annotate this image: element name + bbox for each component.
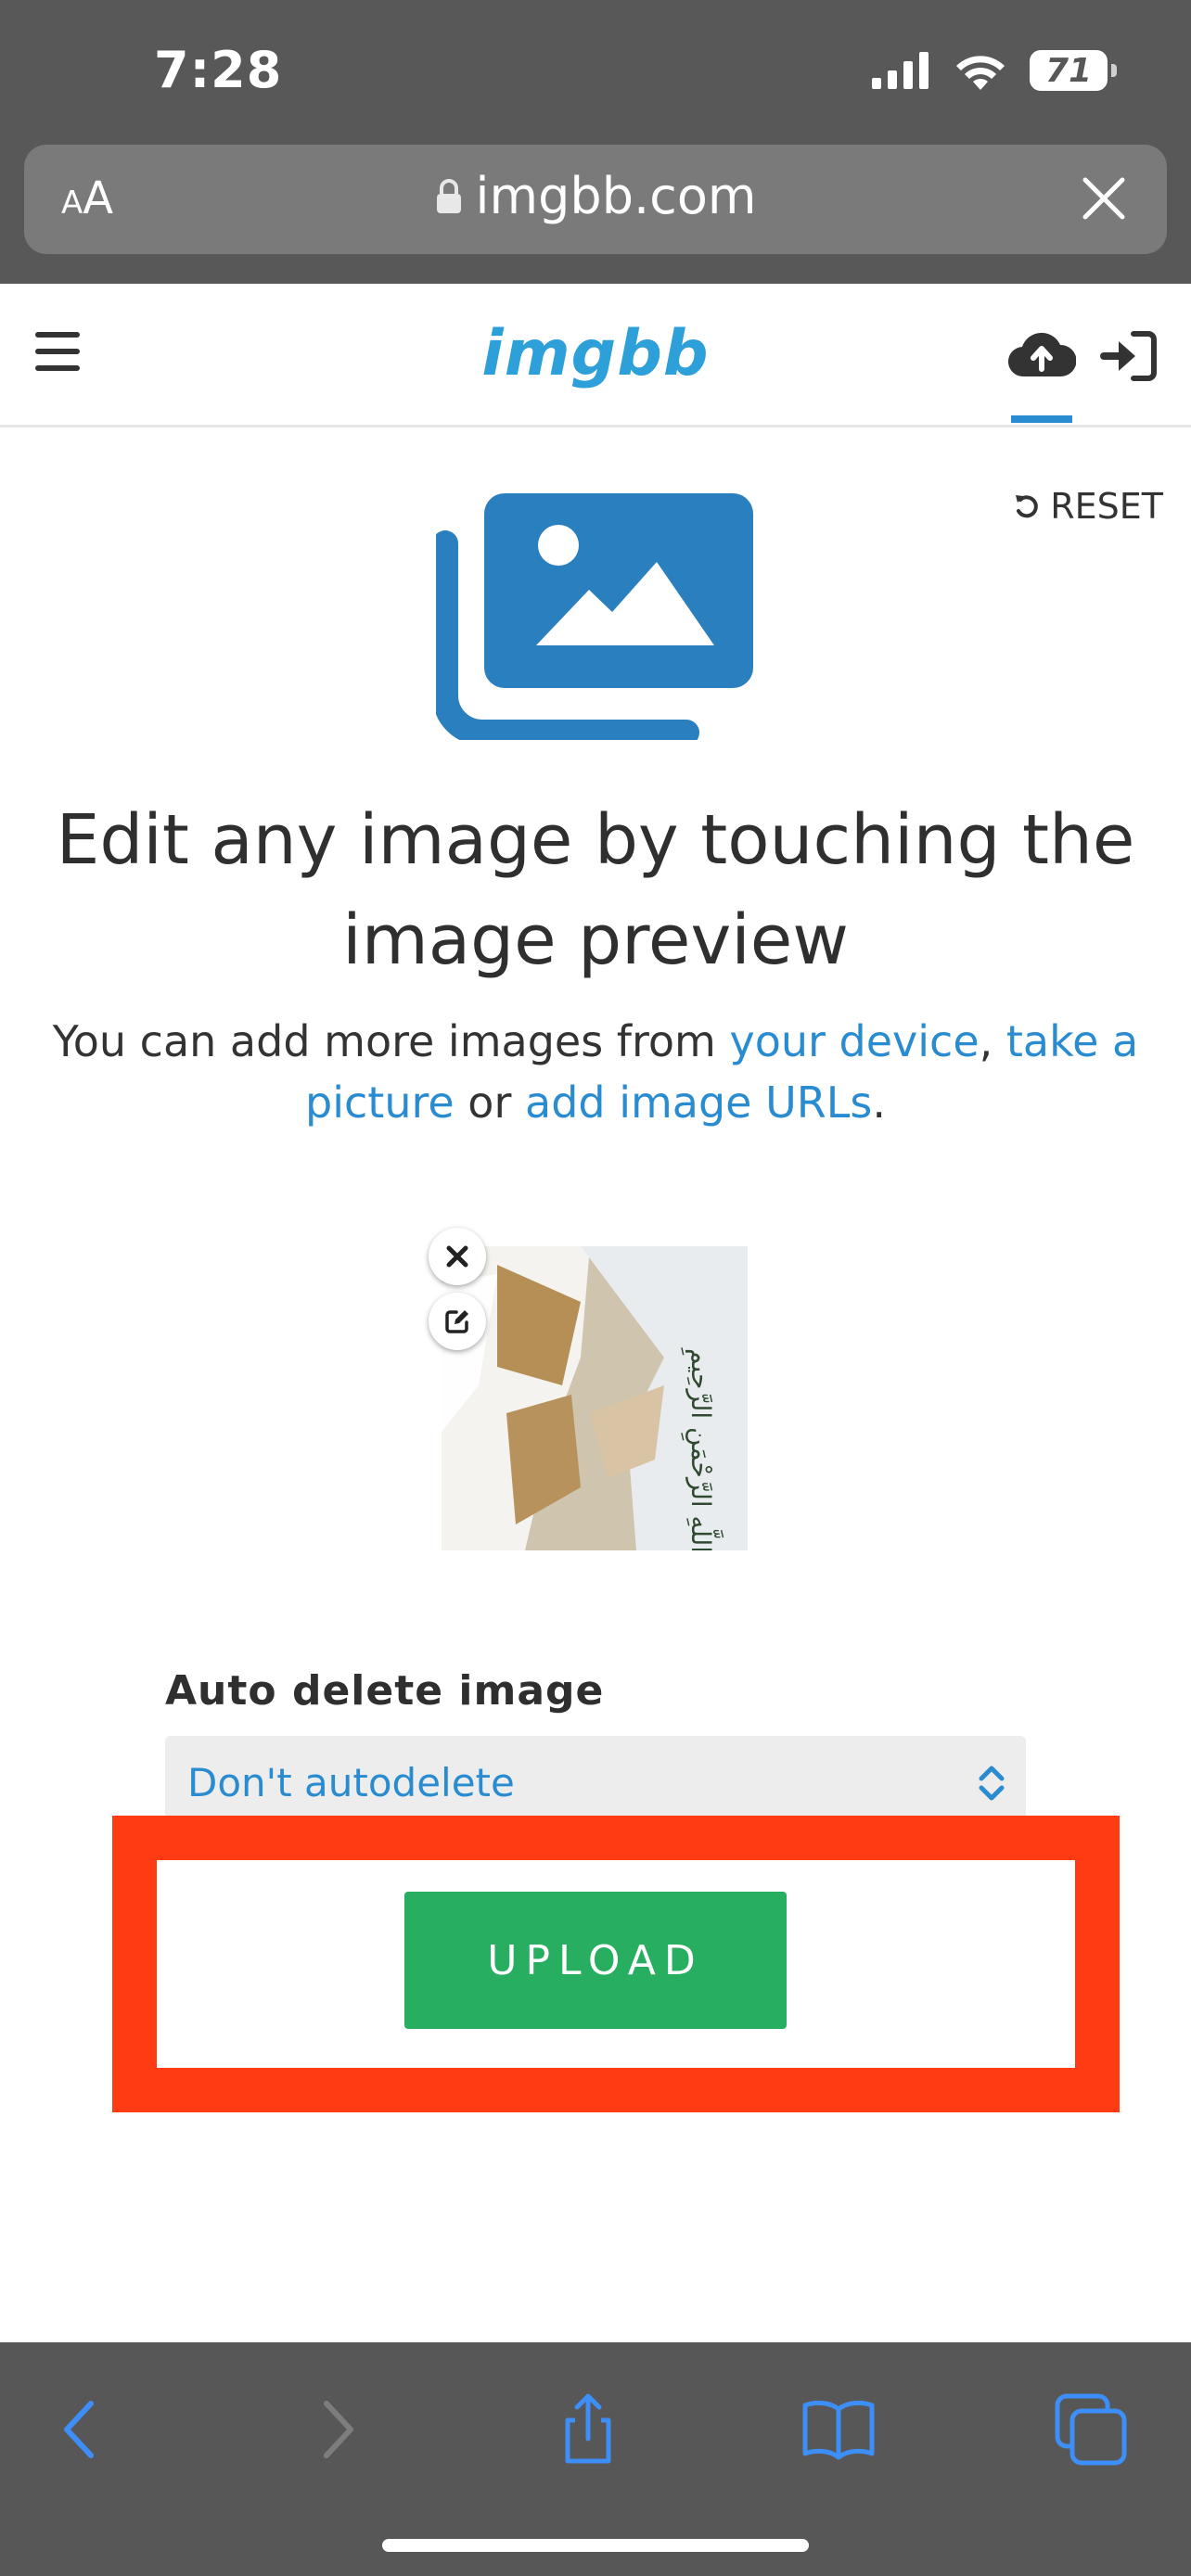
bookmarks-icon[interactable] bbox=[801, 2392, 876, 2467]
forward-icon[interactable] bbox=[301, 2392, 375, 2467]
reset-label: RESET bbox=[1050, 486, 1163, 527]
site-header: imgbb bbox=[0, 284, 1191, 427]
address-bar[interactable]: AA imgbb.com bbox=[24, 145, 1167, 254]
hint-text: . bbox=[872, 1078, 886, 1128]
upload-tab[interactable] bbox=[1007, 326, 1077, 423]
wifi-icon bbox=[956, 56, 1005, 90]
image-preview[interactable]: بِسْمِ اللَّهِ الرَّحْمَنِ الرَّحِيمِ bbox=[442, 1246, 748, 1550]
your-device-link[interactable]: your device bbox=[729, 1016, 979, 1066]
status-time: 7:28 bbox=[154, 41, 283, 99]
signal-icon bbox=[872, 52, 928, 89]
lock-icon bbox=[436, 178, 461, 213]
undo-icon bbox=[1016, 495, 1039, 518]
images-icon bbox=[436, 493, 753, 740]
close-icon bbox=[446, 1245, 468, 1268]
hint-text: , bbox=[979, 1016, 1006, 1066]
add-image-urls-link[interactable]: add image URLs bbox=[525, 1078, 872, 1128]
home-indicator[interactable] bbox=[382, 2539, 809, 2552]
browser-top-chrome: 7:28 71 AA imgbb.com bbox=[0, 0, 1191, 284]
add-images-hint: You can add more images from your device… bbox=[37, 1011, 1154, 1133]
active-tab-indicator bbox=[1011, 415, 1072, 423]
battery-icon: 71 bbox=[1030, 50, 1117, 91]
remove-image-button[interactable] bbox=[429, 1228, 486, 1285]
share-icon[interactable] bbox=[551, 2392, 625, 2467]
back-icon[interactable] bbox=[43, 2392, 117, 2467]
battery-level: 71 bbox=[1044, 51, 1093, 90]
auto-delete-selected-value: Don't autodelete bbox=[187, 1760, 515, 1805]
auto-delete-label: Auto delete image bbox=[165, 1667, 605, 1715]
edit-icon bbox=[445, 1310, 468, 1333]
close-icon[interactable] bbox=[1078, 172, 1130, 224]
preview-photo: بِسْمِ اللَّهِ الرَّحْمَنِ الرَّحِيمِ bbox=[442, 1246, 748, 1550]
page-headline: Edit any image by touching the image pre… bbox=[56, 800, 1135, 980]
sign-in-icon[interactable] bbox=[1100, 330, 1158, 382]
cloud-upload-icon bbox=[1007, 332, 1077, 377]
edit-image-button[interactable] bbox=[429, 1293, 486, 1350]
hint-text: You can add more images from bbox=[52, 1016, 730, 1066]
url-display[interactable]: imgbb.com bbox=[24, 167, 1167, 225]
reset-button[interactable]: RESET bbox=[1013, 486, 1163, 527]
upload-button[interactable]: UPLOAD bbox=[404, 1892, 787, 2029]
url-text: imgbb.com bbox=[475, 167, 757, 225]
hint-text: or bbox=[454, 1078, 525, 1128]
status-indicators: 71 bbox=[870, 46, 1117, 95]
select-chevron-icon bbox=[979, 1766, 1005, 1801]
tabs-icon[interactable] bbox=[1054, 2392, 1128, 2467]
